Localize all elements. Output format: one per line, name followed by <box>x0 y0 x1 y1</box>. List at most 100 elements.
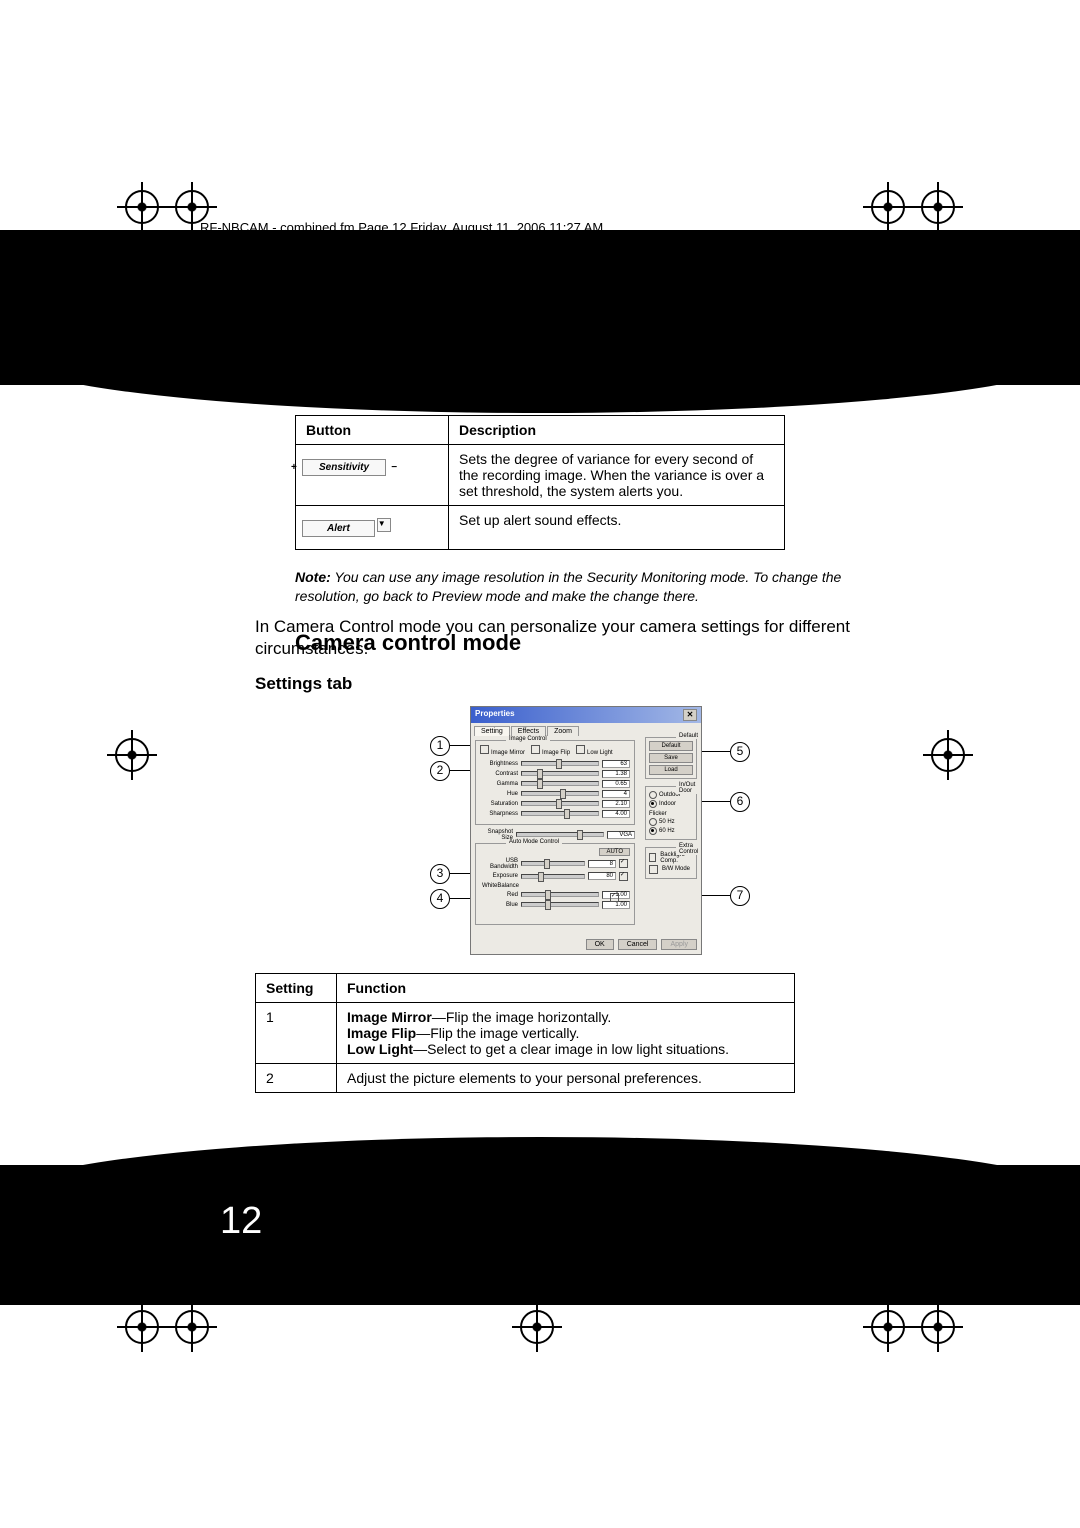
subsection-heading: Settings tab <box>255 674 885 694</box>
slider-row: Contrast 1.38 <box>480 770 630 778</box>
default-button[interactable]: Default <box>649 741 693 751</box>
image-control-fieldset: Image Control Image Mirror Image Flip Lo… <box>475 740 635 825</box>
slider-value: 4.00 <box>602 810 630 818</box>
load-button[interactable]: Load <box>649 765 693 775</box>
wb-label: WhiteBalance <box>482 883 630 889</box>
crop-mark <box>520 1310 554 1344</box>
apply-button[interactable]: Apply <box>661 939 697 950</box>
callout-line <box>700 801 730 802</box>
snapshot-slider[interactable] <box>516 832 604 837</box>
tab-effects[interactable]: Effects <box>511 726 546 736</box>
slider-label: Sharpness <box>480 811 521 817</box>
slider-row: USB Bandwidth8 <box>480 858 630 870</box>
check-mirror[interactable]: Image Mirror <box>480 745 525 756</box>
auto-button[interactable]: AUTO <box>599 848 630 856</box>
crop-mark <box>871 1310 905 1344</box>
slider-track[interactable] <box>521 761 599 766</box>
col-header-function: Function <box>337 973 795 1002</box>
dialog-titlebar: Properties ✕ <box>471 707 701 723</box>
cancel-button[interactable]: Cancel <box>618 939 658 950</box>
check-lowlight[interactable]: Low Light <box>576 745 613 756</box>
dialog-main-column: Image Control Image Mirror Image Flip Lo… <box>475 740 635 925</box>
col-header-description: Description <box>449 416 785 445</box>
radio-50hz[interactable]: 50 Hz <box>649 818 693 826</box>
tab-setting[interactable]: Setting <box>474 726 510 736</box>
slider-row: Brightness63 <box>480 760 630 768</box>
slider-value: 0.65 <box>602 780 630 788</box>
table-row: 1 Image Mirror—Flip the image horizontal… <box>256 1002 795 1063</box>
callout-line <box>700 895 730 896</box>
image-control-legend: Image Control <box>506 736 550 742</box>
dialog-body: Default Default Save Load In/Out Door Ou… <box>471 736 701 937</box>
properties-dialog: Properties ✕ Setting Effects Zoom Defaul… <box>470 706 702 955</box>
slider-track[interactable] <box>521 791 599 796</box>
auto-check[interactable] <box>619 859 628 868</box>
check-bwmode[interactable]: B/W Mode <box>649 865 693 874</box>
dropdown-icon: ▼ <box>377 518 391 532</box>
inout-legend: In/Out Door <box>676 782 698 794</box>
bottom-black-band <box>0 1165 1080 1305</box>
extra-fieldset: Extra Control Backlight Comp. B/W Mode <box>645 847 697 879</box>
dialog-side-panel: Default Default Save Load In/Out Door Ou… <box>645 737 697 883</box>
dialog-screenshot: 1 2 3 4 5 6 7 Properties ✕ Setting <box>440 706 740 955</box>
callout-2: 2 <box>430 761 450 781</box>
radio-indoor[interactable]: Indoor <box>649 800 693 808</box>
callout-7: 7 <box>730 886 750 906</box>
crop-mark <box>175 190 209 224</box>
document-page: RF-NBCAM - combined.fm Page 12 Friday, A… <box>0 0 1080 1528</box>
slider-track[interactable] <box>521 771 599 776</box>
crop-mark <box>931 738 965 772</box>
slider-row: Hue 4 <box>480 790 630 798</box>
radio-60hz[interactable]: 60 Hz <box>649 827 693 835</box>
callout-5: 5 <box>730 742 750 762</box>
slider-row: Sharpness 4.00 <box>480 810 630 818</box>
table-row: 2 Adjust the picture elements to your pe… <box>256 1063 795 1092</box>
snapshot-value: VGA <box>607 831 635 839</box>
ok-button[interactable]: OK <box>586 939 614 950</box>
callout-6: 6 <box>730 792 750 812</box>
slider-label: Exposure <box>480 873 521 879</box>
slider-label: Contrast <box>480 771 521 777</box>
crop-mark <box>125 1310 159 1344</box>
col-header-button: Button <box>296 416 449 445</box>
slider-value: 1.00 <box>602 901 630 909</box>
top-black-band <box>0 230 1080 385</box>
close-icon[interactable]: ✕ <box>683 709 697 721</box>
slider-track[interactable] <box>521 801 599 806</box>
dialog-tabs: Setting Effects Zoom <box>471 723 701 736</box>
slider-row: Exposure80 <box>480 872 630 881</box>
slider-track[interactable] <box>521 781 599 786</box>
extra-legend: Extra Control <box>676 843 701 855</box>
setting-num: 1 <box>256 1002 337 1063</box>
col-header-setting: Setting <box>256 973 337 1002</box>
function-cell: Adjust the picture elements to your pers… <box>337 1063 795 1092</box>
tab-zoom[interactable]: Zoom <box>547 726 579 736</box>
slider-value: 4 <box>602 790 630 798</box>
note-label: Note: <box>295 569 331 585</box>
check-flip[interactable]: Image Flip <box>531 745 570 756</box>
slider-track[interactable] <box>521 861 585 866</box>
slider-row: Blue1.00 <box>480 901 630 909</box>
sensitivity-button: Sensitivity <box>302 459 386 476</box>
wb-auto-check[interactable] <box>610 893 619 902</box>
crop-mark <box>921 1310 955 1344</box>
default-fieldset: Default Default Save Load <box>645 737 697 779</box>
dialog-title: Properties <box>475 709 515 721</box>
table-row: Alert ▼ Set up alert sound effects. <box>296 506 785 550</box>
button-description-table: Button Description Sensitivity Sets the … <box>295 415 785 550</box>
slider-track[interactable] <box>521 892 599 897</box>
slider-label: Red <box>480 892 521 898</box>
slider-track[interactable] <box>521 902 599 907</box>
slider-track[interactable] <box>521 874 585 879</box>
crop-mark <box>115 738 149 772</box>
callout-3: 3 <box>430 864 450 884</box>
slider-track[interactable] <box>521 811 599 816</box>
slider-value: 8 <box>588 860 616 868</box>
auto-check[interactable] <box>619 872 628 881</box>
save-button[interactable]: Save <box>649 753 693 763</box>
slider-row: Saturation2.10 <box>480 800 630 808</box>
slider-label: Hue <box>480 791 521 797</box>
slider-value: 1.38 <box>602 770 630 778</box>
crop-mark <box>175 1310 209 1344</box>
button-cell: Sensitivity <box>296 445 449 506</box>
